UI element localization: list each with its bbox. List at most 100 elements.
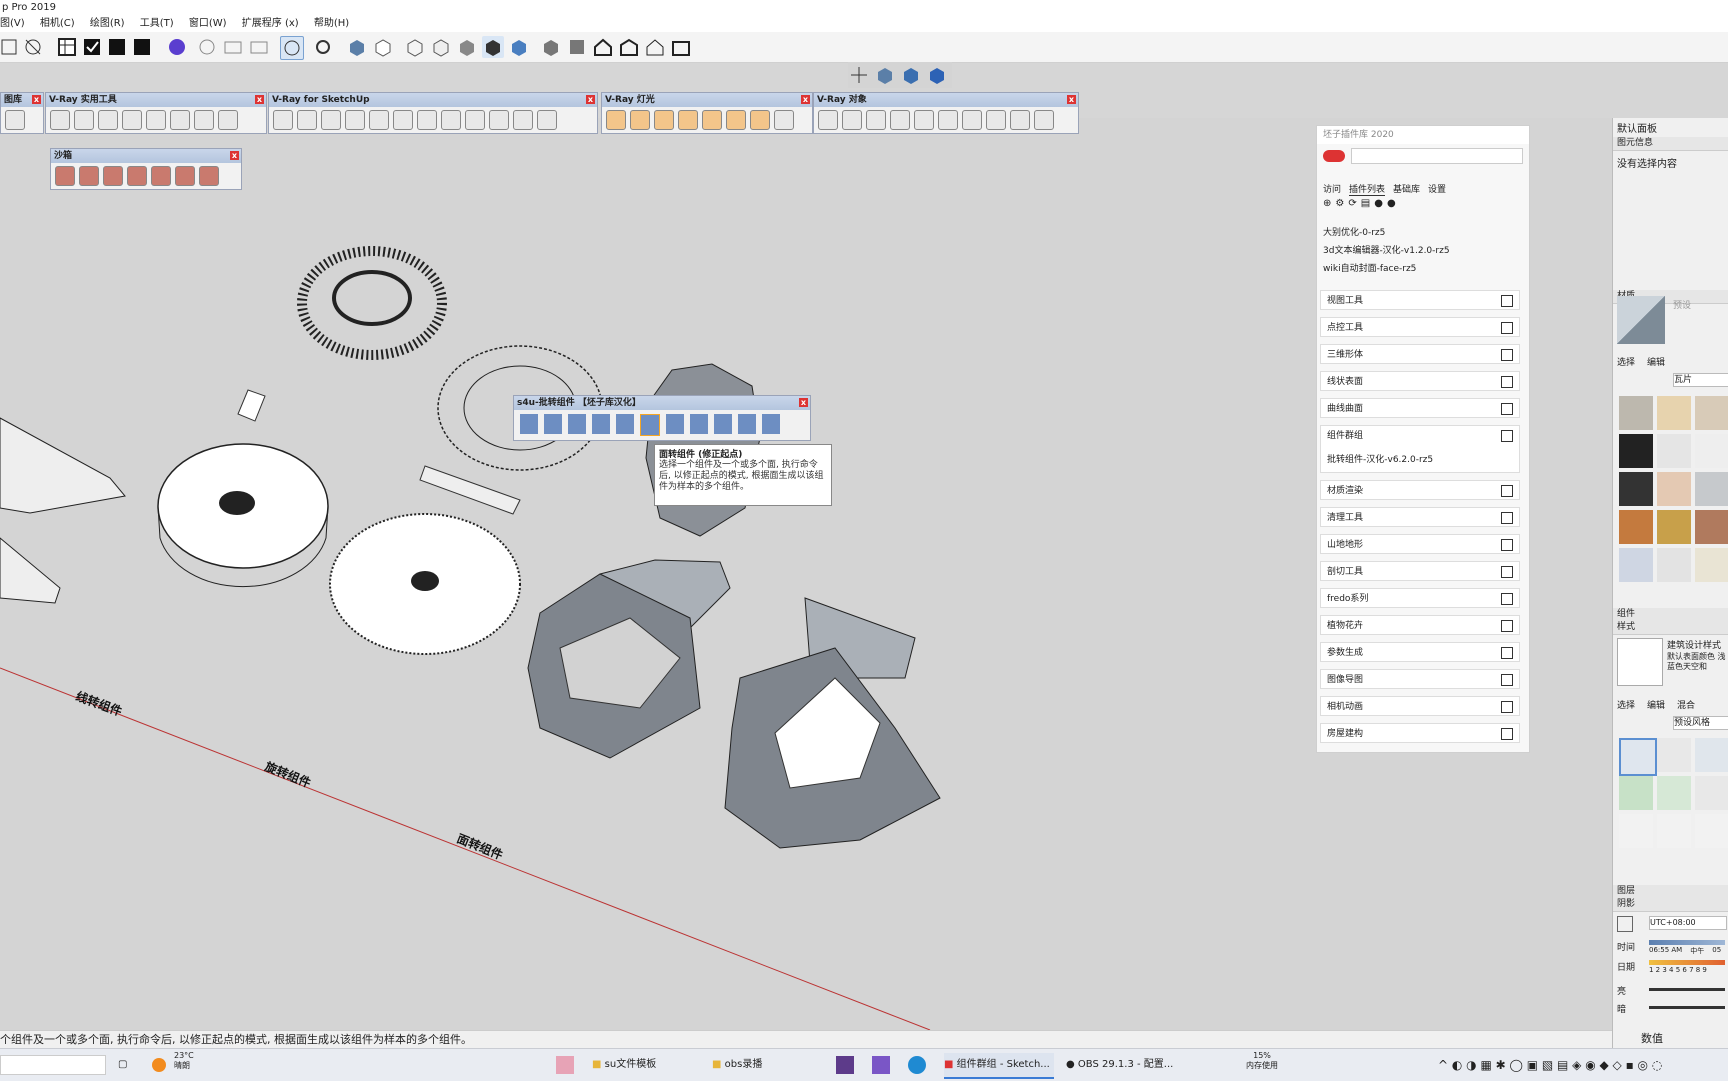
close-icon[interactable]: x xyxy=(799,398,808,407)
taskbar-app-folder[interactable]: ■ su文件模板 xyxy=(592,1053,656,1077)
rect-light-icon[interactable] xyxy=(606,110,626,130)
style-swatch[interactable] xyxy=(1619,776,1653,810)
infinite-plane-icon[interactable] xyxy=(818,110,838,130)
circle-icon[interactable]: ● xyxy=(1374,198,1383,209)
tab-edit[interactable]: 编辑 xyxy=(1647,698,1665,711)
menu-view[interactable]: 图(V) xyxy=(0,18,25,29)
library-icon[interactable] xyxy=(5,110,25,130)
style-swatch[interactable] xyxy=(1657,814,1691,848)
terrain-icon[interactable] xyxy=(55,166,75,186)
cube-view-icon[interactable] xyxy=(900,64,922,86)
convert-icon[interactable] xyxy=(762,414,780,434)
refresh-icon[interactable]: ⟳ xyxy=(1348,198,1356,209)
visual-studio-icon[interactable] xyxy=(872,1056,890,1074)
close-icon[interactable]: x xyxy=(586,95,595,104)
components-header[interactable]: 组件 xyxy=(1613,608,1728,622)
layers-header[interactable]: 图层 xyxy=(1613,885,1728,899)
material-swatch[interactable] xyxy=(1657,396,1691,430)
category-row[interactable]: fredo系列 xyxy=(1320,588,1520,608)
convert-icon[interactable] xyxy=(714,414,732,434)
style-swatch[interactable] xyxy=(1619,814,1653,848)
expand-icon[interactable] xyxy=(1501,674,1513,686)
material-swatch[interactable] xyxy=(1657,510,1691,544)
taskbar-app-folder[interactable]: ■ obs录播 xyxy=(712,1053,762,1077)
shadow-toggle-icon[interactable] xyxy=(1617,916,1633,932)
category-row[interactable]: 剖切工具 xyxy=(1320,561,1520,581)
badge-icon-2[interactable] xyxy=(131,36,153,58)
vray-util-icon[interactable] xyxy=(122,110,142,130)
expand-icon[interactable] xyxy=(1501,376,1513,388)
menu-window[interactable]: 窗口(W) xyxy=(189,18,227,29)
shade-icon-4[interactable] xyxy=(430,36,452,58)
tool-icon[interactable] xyxy=(1034,110,1054,130)
group-plugin-item[interactable]: 批转组件-汉化-v6.2.0-rz5 xyxy=(1327,450,1433,470)
category-row[interactable]: 相机动画 xyxy=(1320,696,1520,716)
tab-edit[interactable]: 编辑 xyxy=(1647,355,1665,368)
shade-icon-6[interactable] xyxy=(482,36,504,58)
frame-icon[interactable] xyxy=(513,110,533,130)
material-swatch[interactable] xyxy=(1695,510,1728,544)
table-icon[interactable] xyxy=(56,36,78,58)
vray-util-icon[interactable] xyxy=(194,110,214,130)
style-library-select[interactable]: 预设风格 xyxy=(1673,716,1728,730)
menu-tools[interactable]: 工具(T) xyxy=(140,18,174,29)
expand-icon[interactable] xyxy=(1501,539,1513,551)
proxy-icon[interactable] xyxy=(866,110,886,130)
vray-tool-icon[interactable] xyxy=(441,110,461,130)
dark-slider[interactable] xyxy=(1649,1006,1725,1009)
tab-plugin-list[interactable]: 插件列表 xyxy=(1349,182,1386,196)
toggle-switch[interactable] xyxy=(1323,150,1345,162)
folder-icon[interactable]: ▤ xyxy=(1361,198,1370,209)
material-swatch[interactable] xyxy=(1619,472,1653,506)
top-view-icon[interactable] xyxy=(566,36,588,58)
category-row[interactable]: 图像导图 xyxy=(1320,669,1520,689)
terrain-icon[interactable] xyxy=(127,166,147,186)
category-row[interactable]: 参数生成 xyxy=(1320,642,1520,662)
category-row[interactable]: 线状表面 xyxy=(1320,371,1520,391)
category-row[interactable]: 山地地形 xyxy=(1320,534,1520,554)
face-convert-icon[interactable] xyxy=(640,414,660,436)
list-item[interactable]: 大别优化-0-rz5 xyxy=(1323,224,1450,242)
tab-mix[interactable]: 混合 xyxy=(1677,698,1695,711)
task-view-icon[interactable]: ▢ xyxy=(118,1053,127,1077)
light-gen-icon[interactable] xyxy=(774,110,794,130)
styles-header[interactable]: 样式 xyxy=(1613,621,1728,635)
settings-icon[interactable]: ⚙ xyxy=(1335,198,1344,209)
light-slider[interactable] xyxy=(1649,988,1725,991)
vray-util-icon[interactable] xyxy=(218,110,238,130)
vray-util-icon[interactable] xyxy=(146,110,166,130)
expand-icon[interactable] xyxy=(1501,485,1513,497)
expand-icon[interactable] xyxy=(1501,620,1513,632)
grid-icon[interactable] xyxy=(986,110,1006,130)
style-swatch[interactable] xyxy=(1695,814,1728,848)
taskbar-search[interactable] xyxy=(0,1055,106,1075)
camera-icon[interactable] xyxy=(196,36,218,58)
select-icon[interactable] xyxy=(0,36,22,58)
shade-icon-7[interactable] xyxy=(508,36,530,58)
expand-icon[interactable] xyxy=(1501,728,1513,740)
material-swatch[interactable] xyxy=(1657,472,1691,506)
vray-util-icon[interactable] xyxy=(50,110,70,130)
material-swatch[interactable] xyxy=(1657,434,1691,468)
collapse-icon[interactable] xyxy=(1501,430,1513,442)
app-icon[interactable] xyxy=(556,1056,574,1074)
category-row[interactable]: 点控工具 xyxy=(1320,317,1520,337)
shade-icon-2[interactable] xyxy=(372,36,394,58)
expand-icon[interactable] xyxy=(1501,701,1513,713)
style-swatch[interactable] xyxy=(1695,776,1728,810)
tray-icons[interactable]: ^ ◐ ◑ ▦ ✱ ◯ ▣ ▧ ▤ ◈ ◉ ◆ ◇ ▪ ◎ ◌ xyxy=(1438,1053,1662,1077)
terrain-icon[interactable] xyxy=(199,166,219,186)
material-swatch[interactable] xyxy=(1619,510,1653,544)
clock-icon[interactable] xyxy=(280,36,304,60)
lock-icon[interactable] xyxy=(537,110,557,130)
timezone-select[interactable]: UTC+08:00 xyxy=(1649,916,1727,930)
terrain-icon[interactable] xyxy=(151,166,171,186)
taskbar-app-sketchup[interactable]: ■ 组件群组 - Sketch... xyxy=(944,1053,1054,1079)
weather-widget[interactable]: 23°C 晴朗 xyxy=(174,1051,194,1075)
vray-render-icon[interactable] xyxy=(297,110,317,130)
time-slider[interactable] xyxy=(1649,940,1725,945)
category-row[interactable]: 三维形体 xyxy=(1320,344,1520,364)
screenshot-icon[interactable] xyxy=(248,36,270,58)
tab-base[interactable]: 基础库 xyxy=(1393,182,1420,196)
convert-icon[interactable] xyxy=(690,414,708,434)
